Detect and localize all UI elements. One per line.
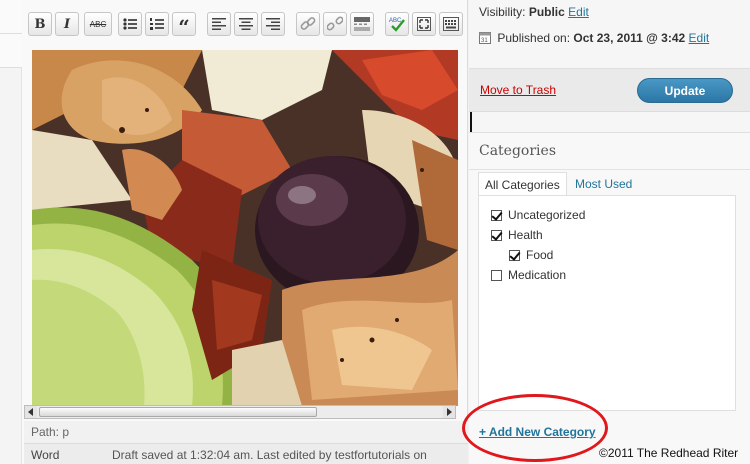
numbered-list-button[interactable] <box>145 12 169 36</box>
italic-button[interactable]: I <box>55 12 79 36</box>
align-right-button[interactable] <box>261 12 285 36</box>
spellcheck-button[interactable]: ABC <box>385 12 409 36</box>
publish-actions: Move to Trash Update <box>469 68 750 112</box>
horizontal-scrollbar[interactable] <box>24 405 456 419</box>
fullscreen-icon <box>417 17 431 31</box>
category-item-health[interactable]: Health <box>491 228 543 242</box>
kitchen-sink-icon <box>443 17 459 31</box>
add-new-category-link[interactable]: + Add New Category <box>479 425 596 439</box>
calendar-icon: 31 <box>479 32 491 44</box>
insert-link-button[interactable] <box>296 12 320 36</box>
numbered-list-icon <box>150 18 164 30</box>
published-date: Oct 23, 2011 @ 3:42 <box>573 31 686 45</box>
copyright-notice: ©2011 The Redhead Riter <box>599 446 739 460</box>
category-label: Medication <box>508 268 567 282</box>
arrow-left-icon <box>28 408 33 416</box>
categories-box: Categories All Categories Most Used Unca… <box>469 132 750 464</box>
published-label: Published on: <box>497 31 571 45</box>
category-item-medication[interactable]: Medication <box>491 268 566 282</box>
italic-icon: I <box>63 16 71 32</box>
scrollbar-thumb[interactable] <box>39 407 317 417</box>
editor-status-bar: Word Draft saved at 1:32:04 am. Last edi… <box>24 443 468 464</box>
blockquote-icon: “ <box>178 15 190 39</box>
bold-button[interactable]: B <box>28 12 52 36</box>
categories-title: Categories <box>479 143 556 159</box>
published-row: 31 Published on: Oct 23, 2011 @ 3:42 Edi… <box>479 31 709 45</box>
align-left-button[interactable] <box>207 12 231 36</box>
insert-more-button[interactable] <box>350 12 374 36</box>
food-photo <box>32 50 458 406</box>
arrow-right-icon <box>447 408 452 416</box>
visibility-row: Visibility: Public Edit <box>479 5 589 19</box>
align-center-button[interactable] <box>234 12 258 36</box>
align-right-icon <box>266 18 280 30</box>
editor-toolbar: B I ABC “ ABC <box>24 6 468 40</box>
strikethrough-icon: ABC <box>89 19 107 29</box>
visibility-edit-link[interactable]: Edit <box>568 5 589 19</box>
link-icon <box>300 17 316 30</box>
scroll-right-button[interactable] <box>443 406 455 418</box>
tab-most-used[interactable]: Most Used <box>569 172 638 196</box>
visibility-label: Visibility: <box>479 5 526 19</box>
svg-text:31: 31 <box>481 38 488 44</box>
category-checklist: Uncategorized Health Food Medication <box>478 195 736 411</box>
post-image[interactable] <box>32 50 458 406</box>
kitchen-sink-button[interactable] <box>439 12 463 36</box>
left-panel-strip <box>0 0 22 464</box>
draft-saved-status: Draft saved at 1:32:04 am. Last edited b… <box>112 448 427 462</box>
blockquote-button[interactable]: “ <box>172 12 196 39</box>
checkbox[interactable] <box>509 249 520 261</box>
category-label: Food <box>526 248 554 262</box>
post-editor: B I ABC “ ABC Path: p Word Draft saved a… <box>0 0 468 464</box>
bullet-list-icon <box>123 18 137 30</box>
align-left-icon <box>212 18 226 30</box>
strikethrough-button[interactable]: ABC <box>84 12 112 36</box>
left-panel-tab <box>0 34 22 68</box>
category-label: Health <box>508 228 543 242</box>
unlink-icon <box>327 16 343 31</box>
published-edit-link[interactable]: Edit <box>689 31 710 45</box>
category-item-food[interactable]: Food <box>509 248 553 262</box>
checkbox[interactable] <box>491 229 502 241</box>
scroll-left-button[interactable] <box>25 406 37 418</box>
move-to-trash-link[interactable]: Move to Trash <box>480 83 556 97</box>
post-sidebar: Visibility: Public Edit 31 Published on:… <box>469 0 750 464</box>
divider <box>469 169 750 170</box>
spellcheck-icon: ABC <box>389 18 405 32</box>
update-button[interactable]: Update <box>637 78 733 103</box>
word-count-label: Word <box>31 448 60 462</box>
align-center-icon <box>239 18 253 30</box>
left-panel-tab <box>0 0 22 34</box>
text-cursor <box>470 112 472 132</box>
fullscreen-button[interactable] <box>412 12 436 36</box>
bold-icon: B <box>34 16 46 32</box>
remove-link-button[interactable] <box>323 12 347 36</box>
editor-path-bar: Path: p <box>24 421 468 443</box>
checkbox[interactable] <box>491 209 502 221</box>
category-label: Uncategorized <box>508 208 586 222</box>
checkbox[interactable] <box>491 269 502 281</box>
visibility-value: Public <box>528 5 565 19</box>
more-tag-icon <box>354 17 370 31</box>
category-item-uncategorized[interactable]: Uncategorized <box>491 208 585 222</box>
bullet-list-button[interactable] <box>118 12 142 36</box>
tab-all-categories[interactable]: All Categories <box>478 172 567 196</box>
element-path: Path: p <box>31 425 70 439</box>
